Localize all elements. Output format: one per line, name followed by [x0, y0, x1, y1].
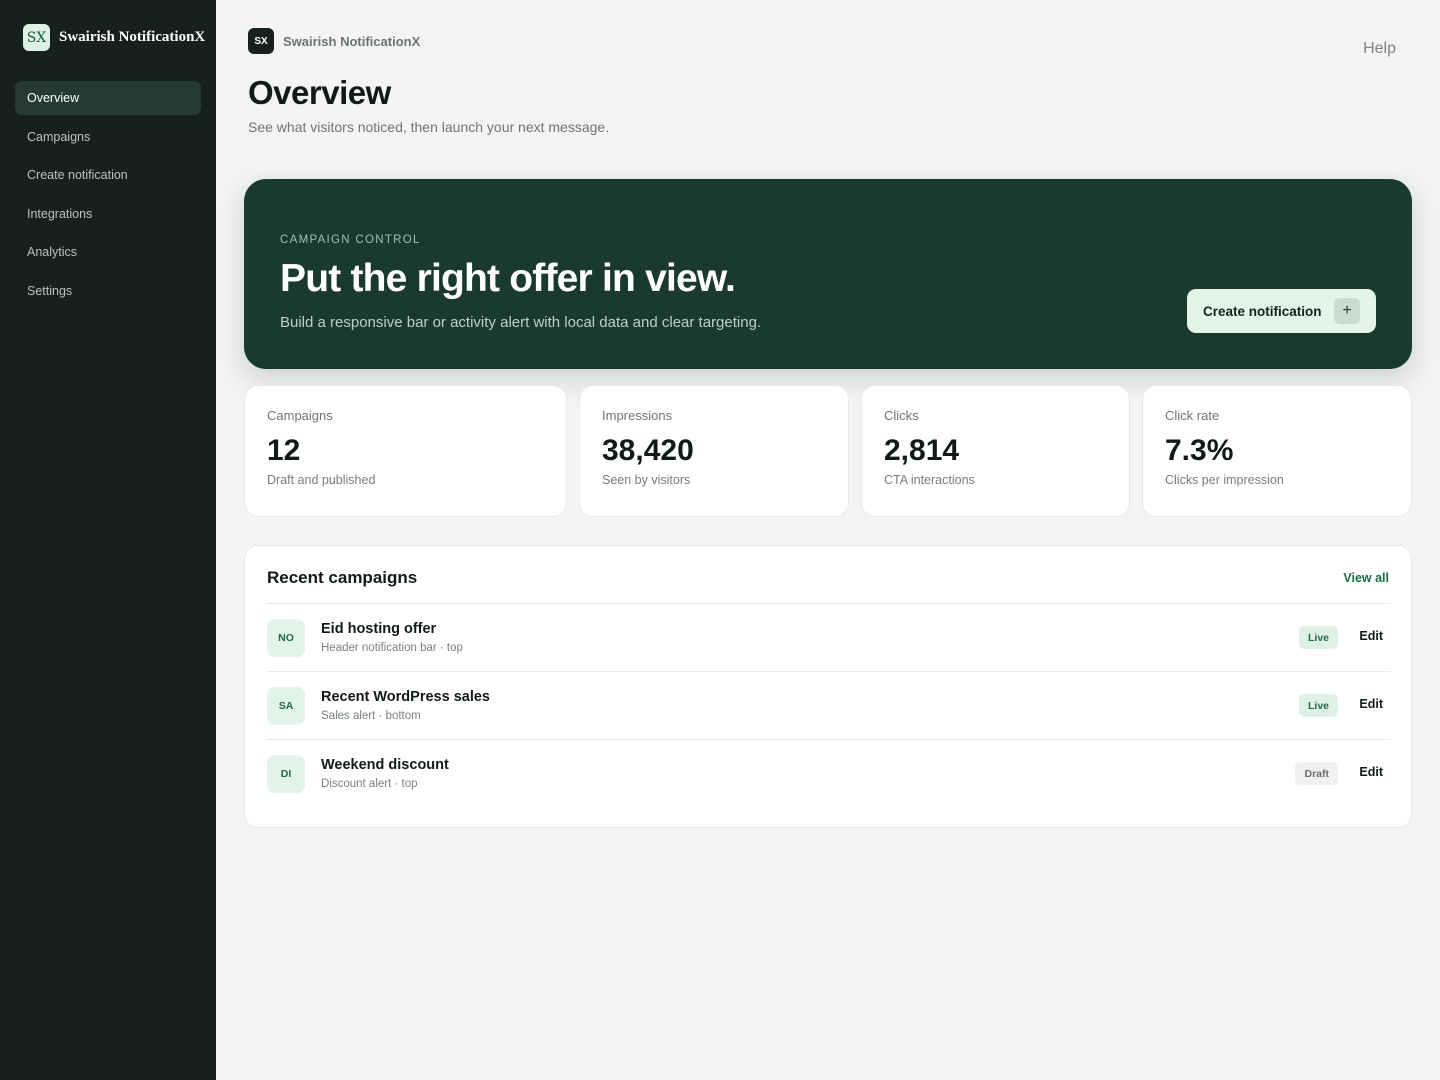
hero-subtitle: Build a responsive bar or activity alert…: [280, 314, 762, 331]
stat-value: 12: [267, 434, 301, 467]
brand-logo: SX: [23, 24, 50, 51]
app-name: Swairish NotificationX: [283, 34, 421, 49]
sidebar-item-overview[interactable]: Overview: [15, 81, 201, 115]
stat-value: 7.3%: [1165, 434, 1234, 467]
plus-icon: +: [1334, 298, 1360, 324]
stat-desc: CTA interactions: [884, 473, 975, 487]
sidebar-nav: Overview Campaigns Create notification I…: [15, 81, 201, 313]
stat-value: 38,420: [602, 434, 694, 467]
app-logo: SX: [248, 28, 274, 54]
stat-card-impressions: Impressions 38,420 Seen by visitors: [579, 385, 849, 517]
stat-label: Clicks: [884, 408, 919, 423]
create-notification-button[interactable]: Create notification +: [1187, 289, 1376, 333]
campaign-control-hero: CAMPAIGN CONTROL Put the right offer in …: [244, 179, 1412, 369]
campaign-meta: Header notification bar · top: [321, 642, 463, 654]
stat-label: Impressions: [602, 408, 673, 423]
stat-card-clicks: Clicks 2,814 CTA interactions: [861, 385, 1130, 517]
stat-value: 2,814: [884, 434, 960, 467]
view-all-link[interactable]: View all: [1343, 571, 1389, 585]
sidebar-item-campaigns[interactable]: Campaigns: [15, 120, 201, 154]
edit-button[interactable]: Edit: [1359, 629, 1383, 643]
main-content: SX Swairish NotificationX Help Overview …: [216, 0, 1440, 1080]
brand-name: Swairish NotificationX: [59, 29, 206, 45]
recent-campaigns-panel: Recent campaigns View all NO Eid hosting…: [244, 545, 1412, 828]
create-notification-label: Create notification: [1203, 303, 1322, 319]
sidebar-item-analytics[interactable]: Analytics: [15, 235, 201, 269]
hero-eyebrow: CAMPAIGN CONTROL: [280, 234, 421, 246]
campaign-type-badge: NO: [267, 619, 305, 657]
campaign-name: Weekend discount: [321, 757, 449, 773]
brand[interactable]: SX Swairish NotificationX: [23, 24, 205, 51]
sidebar-item-create-notification[interactable]: Create notification: [15, 158, 201, 192]
campaign-type-badge: SA: [267, 687, 305, 725]
sidebar-item-integrations[interactable]: Integrations: [15, 197, 201, 231]
campaign-row[interactable]: DI Weekend discount Discount alert · top…: [267, 739, 1391, 807]
campaign-row[interactable]: SA Recent WordPress sales Sales alert · …: [267, 671, 1391, 739]
status-badge: Live: [1298, 694, 1338, 717]
edit-button[interactable]: Edit: [1359, 697, 1383, 711]
sidebar-item-settings[interactable]: Settings: [15, 274, 201, 308]
campaign-name: Eid hosting offer: [321, 621, 437, 637]
sidebar: SX Swairish NotificationX Overview Campa…: [0, 0, 216, 1080]
page-subtitle: See what visitors noticed, then launch y…: [248, 119, 610, 135]
recent-campaigns-title: Recent campaigns: [267, 568, 418, 587]
campaign-row[interactable]: NO Eid hosting offer Header notification…: [267, 603, 1391, 671]
stat-desc: Draft and published: [267, 473, 376, 487]
campaign-meta: Discount alert · top: [321, 778, 418, 790]
stat-label: Click rate: [1165, 408, 1220, 423]
status-badge: Live: [1298, 626, 1338, 649]
campaign-meta: Sales alert · bottom: [321, 710, 421, 722]
status-badge: Draft: [1295, 762, 1338, 785]
stat-card-click-rate: Click rate 7.3% Clicks per impression: [1142, 385, 1412, 517]
stat-label: Campaigns: [267, 408, 333, 423]
stat-desc: Seen by visitors: [602, 473, 691, 487]
edit-button[interactable]: Edit: [1359, 765, 1383, 779]
campaign-name: Recent WordPress sales: [321, 689, 490, 705]
stat-card-campaigns: Campaigns 12 Draft and published: [244, 385, 567, 517]
campaign-type-badge: DI: [267, 755, 305, 793]
stat-desc: Clicks per impression: [1165, 473, 1284, 487]
hero-title: Put the right offer in view.: [280, 257, 736, 300]
help-link[interactable]: Help: [1363, 40, 1396, 58]
page-title: Overview: [248, 74, 391, 111]
